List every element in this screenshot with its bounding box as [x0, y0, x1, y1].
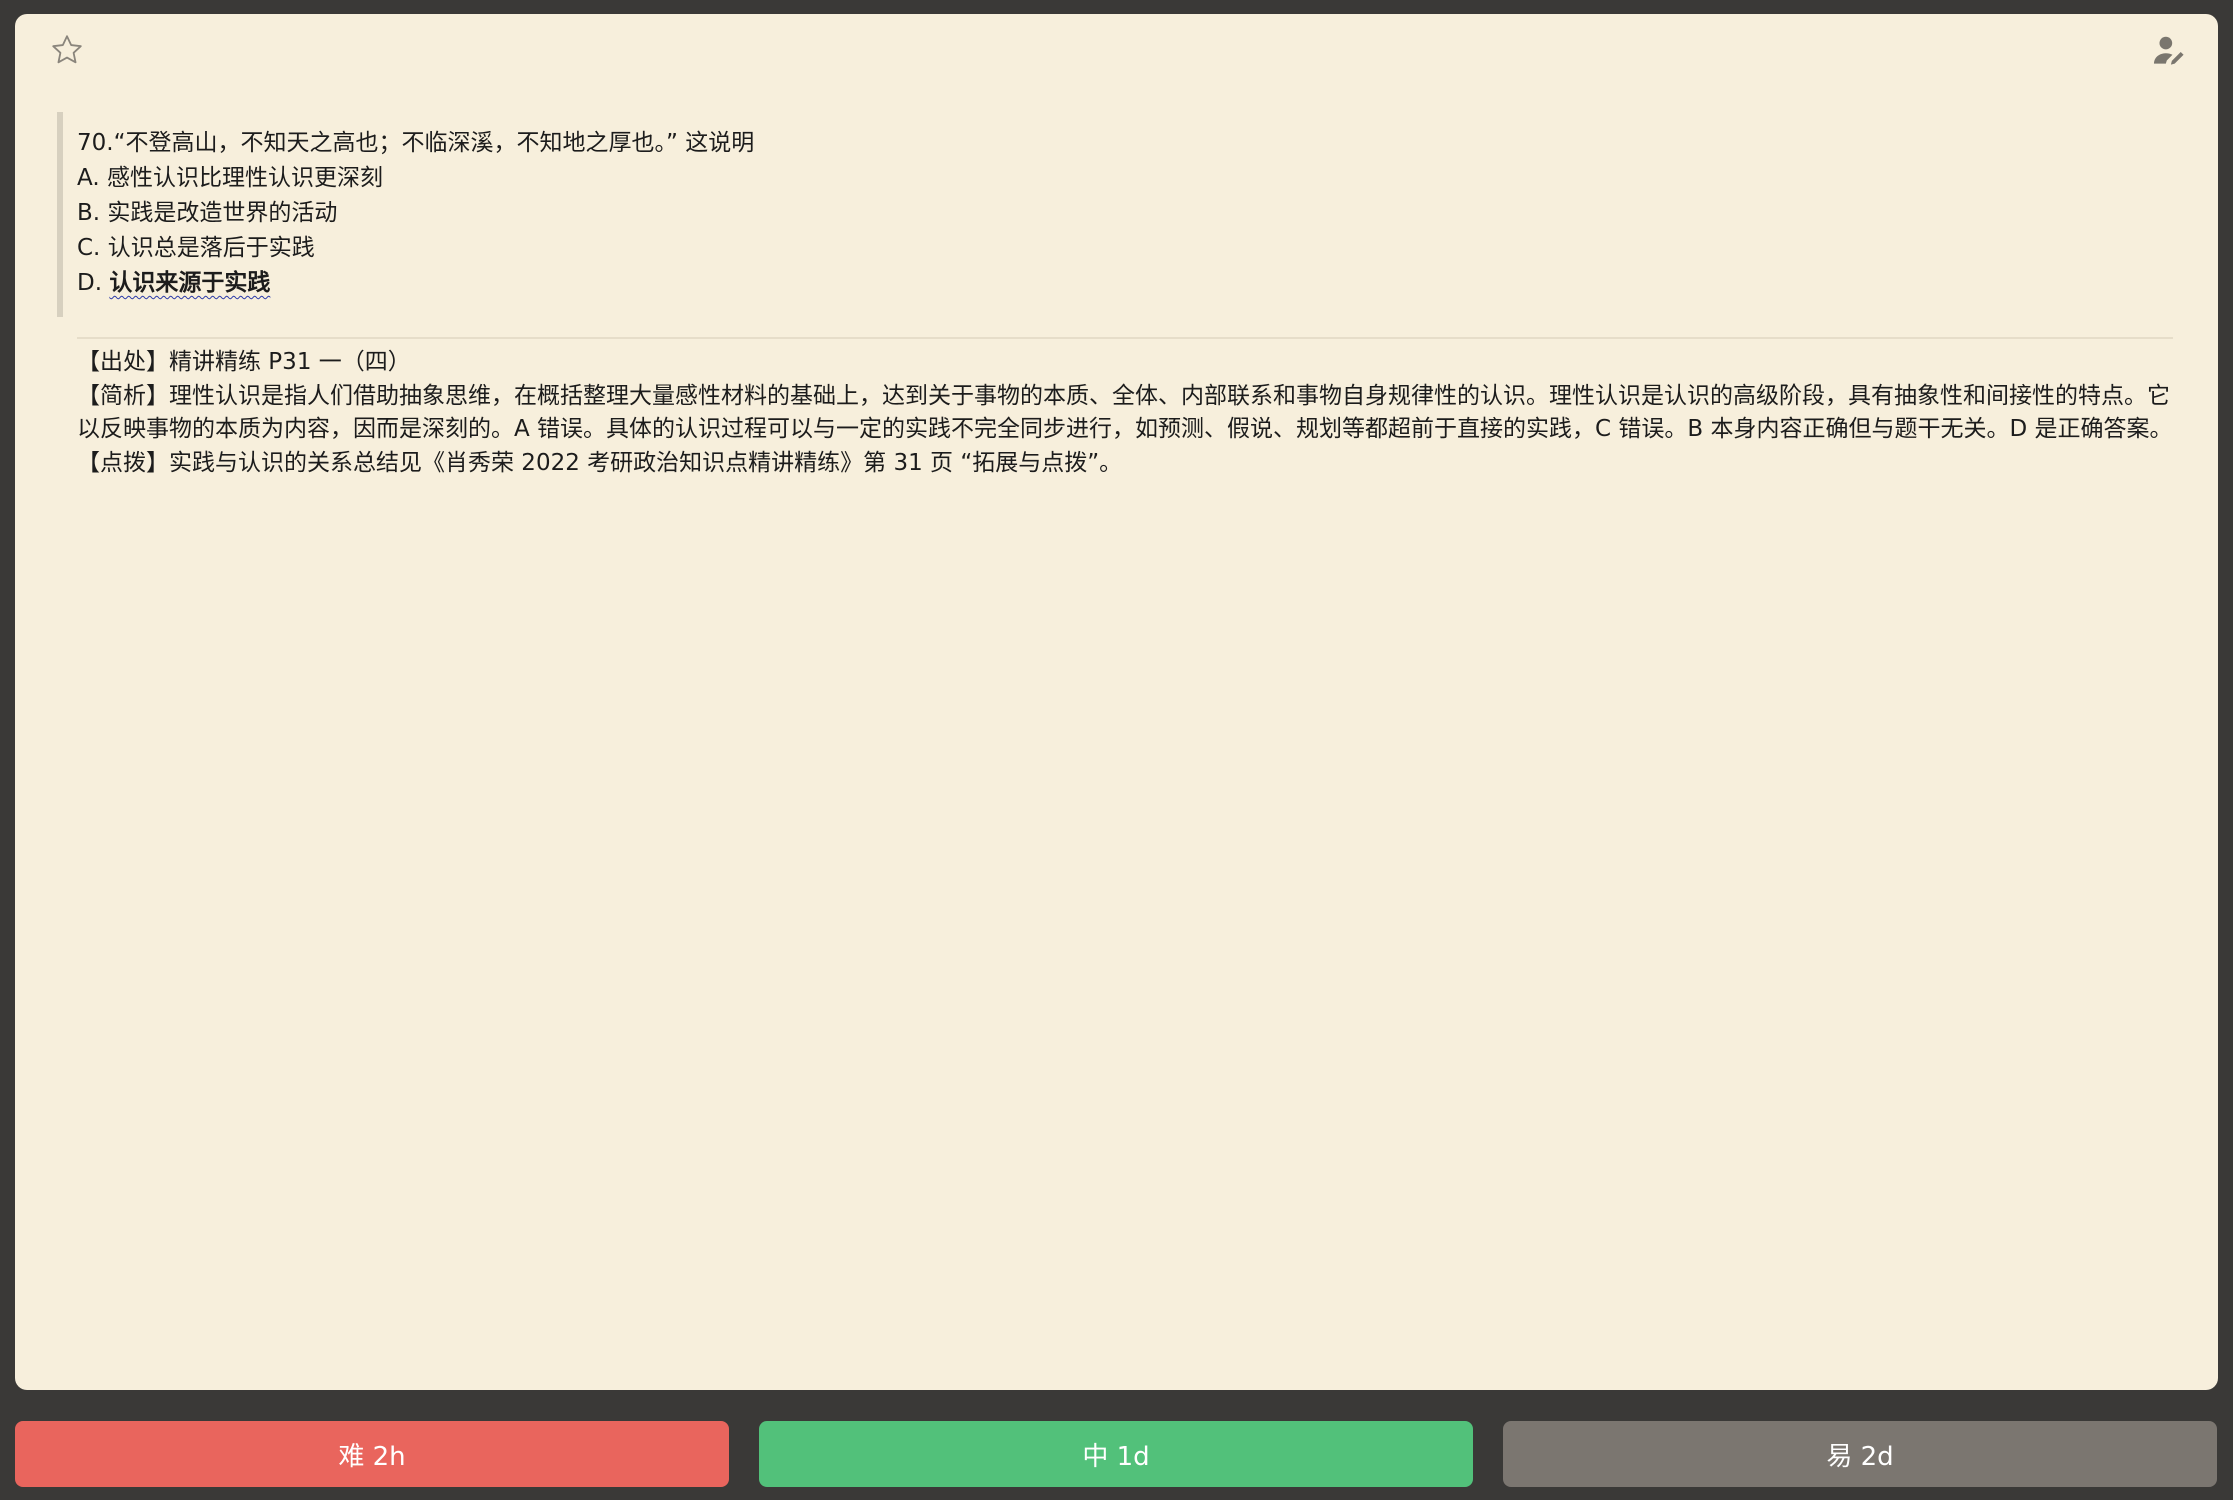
option-prefix: A. [77, 165, 100, 191]
medium-button[interactable]: 中 1d [759, 1421, 1473, 1487]
option-prefix: B. [77, 200, 101, 226]
explanation-tip: 【点拨】实践与认识的关系总结见《肖秀荣 2022 考研政治知识点精讲精练》第 3… [77, 449, 1123, 476]
correct-answer-text: 认识来源于实践 [109, 270, 271, 296]
option-a: A. 感性认识比理性认识更深刻 [77, 161, 2177, 196]
option-c: C. 认识总是落后于实践 [77, 231, 2177, 266]
option-prefix: C. [77, 235, 101, 261]
option-text: 实践是改造世界的活动 [107, 200, 338, 226]
explanation-block: 【出处】精讲精练 P31 一（四） 【简析】理性认识是指人们借助抽象思维，在概括… [77, 346, 2177, 480]
hard-button[interactable]: 难 2h [15, 1421, 729, 1487]
option-text: 感性认识比理性认识更深刻 [106, 165, 383, 191]
star-icon[interactable] [49, 32, 85, 68]
option-b: B. 实践是改造世界的活动 [77, 196, 2177, 231]
explanation-source: 【出处】精讲精练 P31 一（四） [77, 349, 411, 375]
explanation-analysis: 【简析】理性认识是指人们借助抽象思维，在概括整理大量感性材料的基础上，达到关于事… [77, 382, 2173, 443]
option-prefix: D. [77, 270, 103, 296]
option-text: 认识总是落后于实践 [107, 235, 315, 261]
user-edit-icon[interactable] [2150, 32, 2188, 70]
question-stem: 70.“不登高山，不知天之高也；不临深溪，不知地之厚也。” 这说明 [77, 130, 755, 156]
answer-divider [77, 337, 2173, 339]
question-block: 70.“不登高山，不知天之高也；不临深溪，不知地之厚也。” 这说明 A. 感性认… [57, 112, 2177, 317]
option-d: D. 认识来源于实践 [77, 266, 2177, 301]
flashcard: 70.“不登高山，不知天之高也；不临深溪，不知地之厚也。” 这说明 A. 感性认… [15, 14, 2218, 1390]
answer-button-bar: 难 2h 中 1d 易 2d [0, 1390, 2233, 1500]
easy-button[interactable]: 易 2d [1503, 1421, 2217, 1487]
